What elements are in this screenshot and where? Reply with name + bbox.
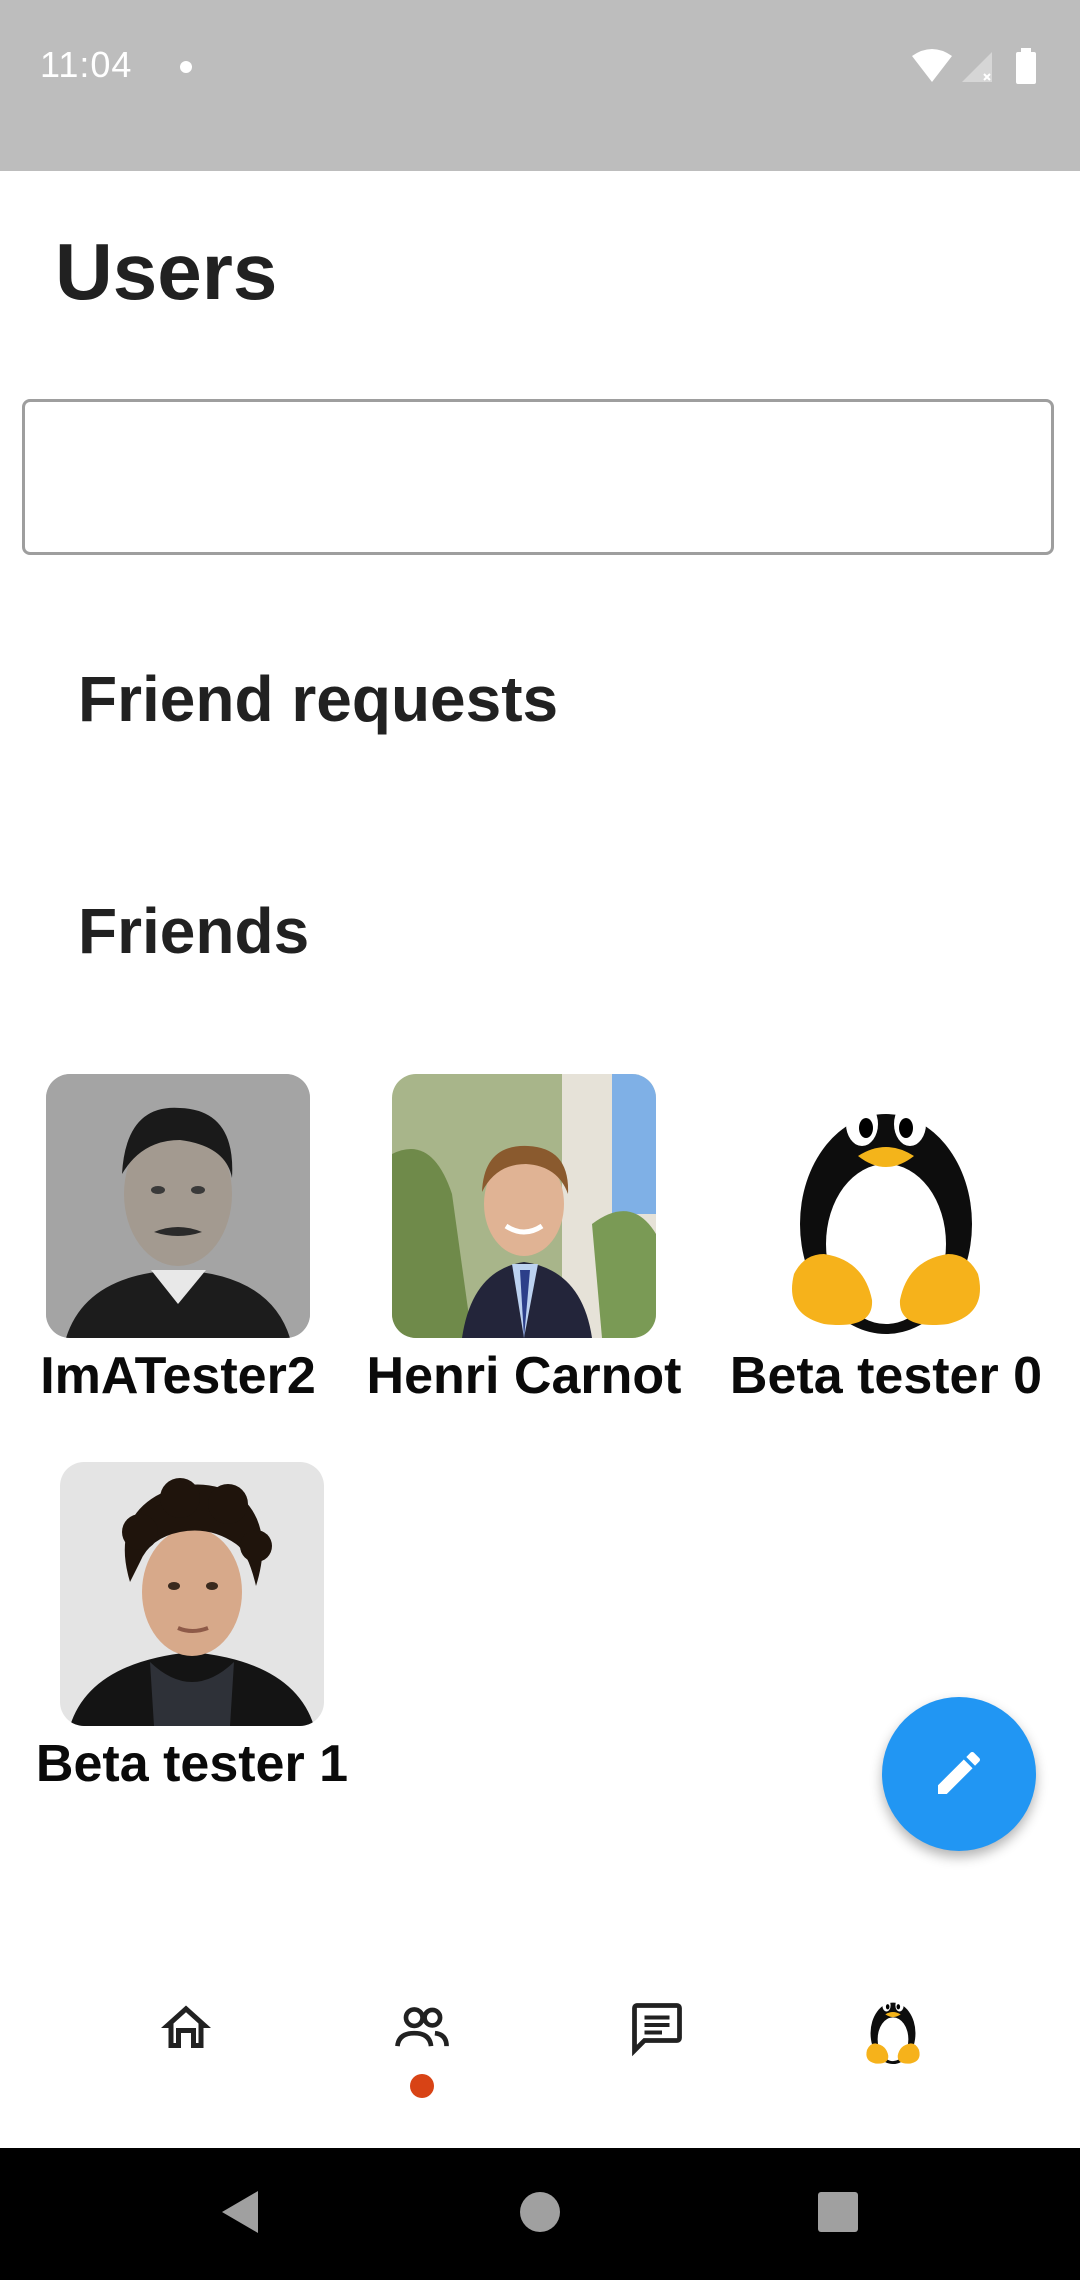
- nav-profile[interactable]: [833, 1970, 953, 2090]
- bottom-navigation: [0, 1940, 1080, 2148]
- status-icons: [912, 46, 1042, 86]
- friend-name: Beta tester 1: [35, 1735, 349, 1793]
- friend-card[interactable]: Beta tester 1: [22, 1462, 362, 1794]
- portrait-vintage-man-image: [46, 1074, 310, 1338]
- avatar: [60, 1462, 324, 1726]
- people-icon: [391, 1997, 453, 2064]
- home-icon: [156, 1998, 216, 2063]
- avatar: [392, 1074, 656, 1338]
- avatar: [46, 1074, 310, 1338]
- edit-fab-button[interactable]: [882, 1697, 1036, 1851]
- friend-name: Beta tester 0: [729, 1347, 1043, 1405]
- friend-card[interactable]: ImATester2: [8, 1074, 348, 1406]
- recents-button[interactable]: [810, 2186, 866, 2242]
- recents-square-icon: [818, 2191, 858, 2237]
- chat-icon: [627, 1998, 687, 2063]
- pencil-icon: [931, 1745, 987, 1804]
- penguin-mascot-image: [754, 1074, 1018, 1338]
- nav-people[interactable]: [362, 1970, 482, 2090]
- status-bar: 11:04: [0, 0, 1080, 171]
- profile-avatar-penguin-icon: [854, 1985, 932, 2076]
- friend-card[interactable]: Henri Carnot: [354, 1074, 694, 1406]
- battery-icon: [1016, 48, 1036, 84]
- friend-requests-heading: Friend requests: [78, 663, 559, 735]
- system-navigation-bar: [0, 2148, 1080, 2280]
- back-triangle-icon: [218, 2189, 262, 2240]
- signal-icon: [962, 52, 992, 82]
- status-time: 11:04: [40, 44, 133, 85]
- avatar: [754, 1074, 1018, 1338]
- page-title: Users: [55, 227, 278, 316]
- nav-home[interactable]: [126, 1970, 246, 2090]
- home-system-button[interactable]: [512, 2186, 568, 2242]
- friend-name: ImATester2: [40, 1347, 316, 1405]
- portrait-man-curly-hair-image: [60, 1462, 324, 1726]
- active-tab-indicator: [410, 2074, 434, 2098]
- notification-dot-icon: [180, 61, 192, 73]
- back-button[interactable]: [212, 2186, 268, 2242]
- friends-heading: Friends: [78, 895, 310, 967]
- search-input[interactable]: [22, 399, 1054, 555]
- friend-name: Henri Carnot: [366, 1347, 682, 1405]
- wifi-icon: [912, 49, 952, 82]
- portrait-young-man-suit-image: [392, 1074, 656, 1338]
- nav-chat[interactable]: [597, 1970, 717, 2090]
- friend-card[interactable]: Beta tester 0: [716, 1074, 1056, 1406]
- home-circle-icon: [518, 2190, 562, 2239]
